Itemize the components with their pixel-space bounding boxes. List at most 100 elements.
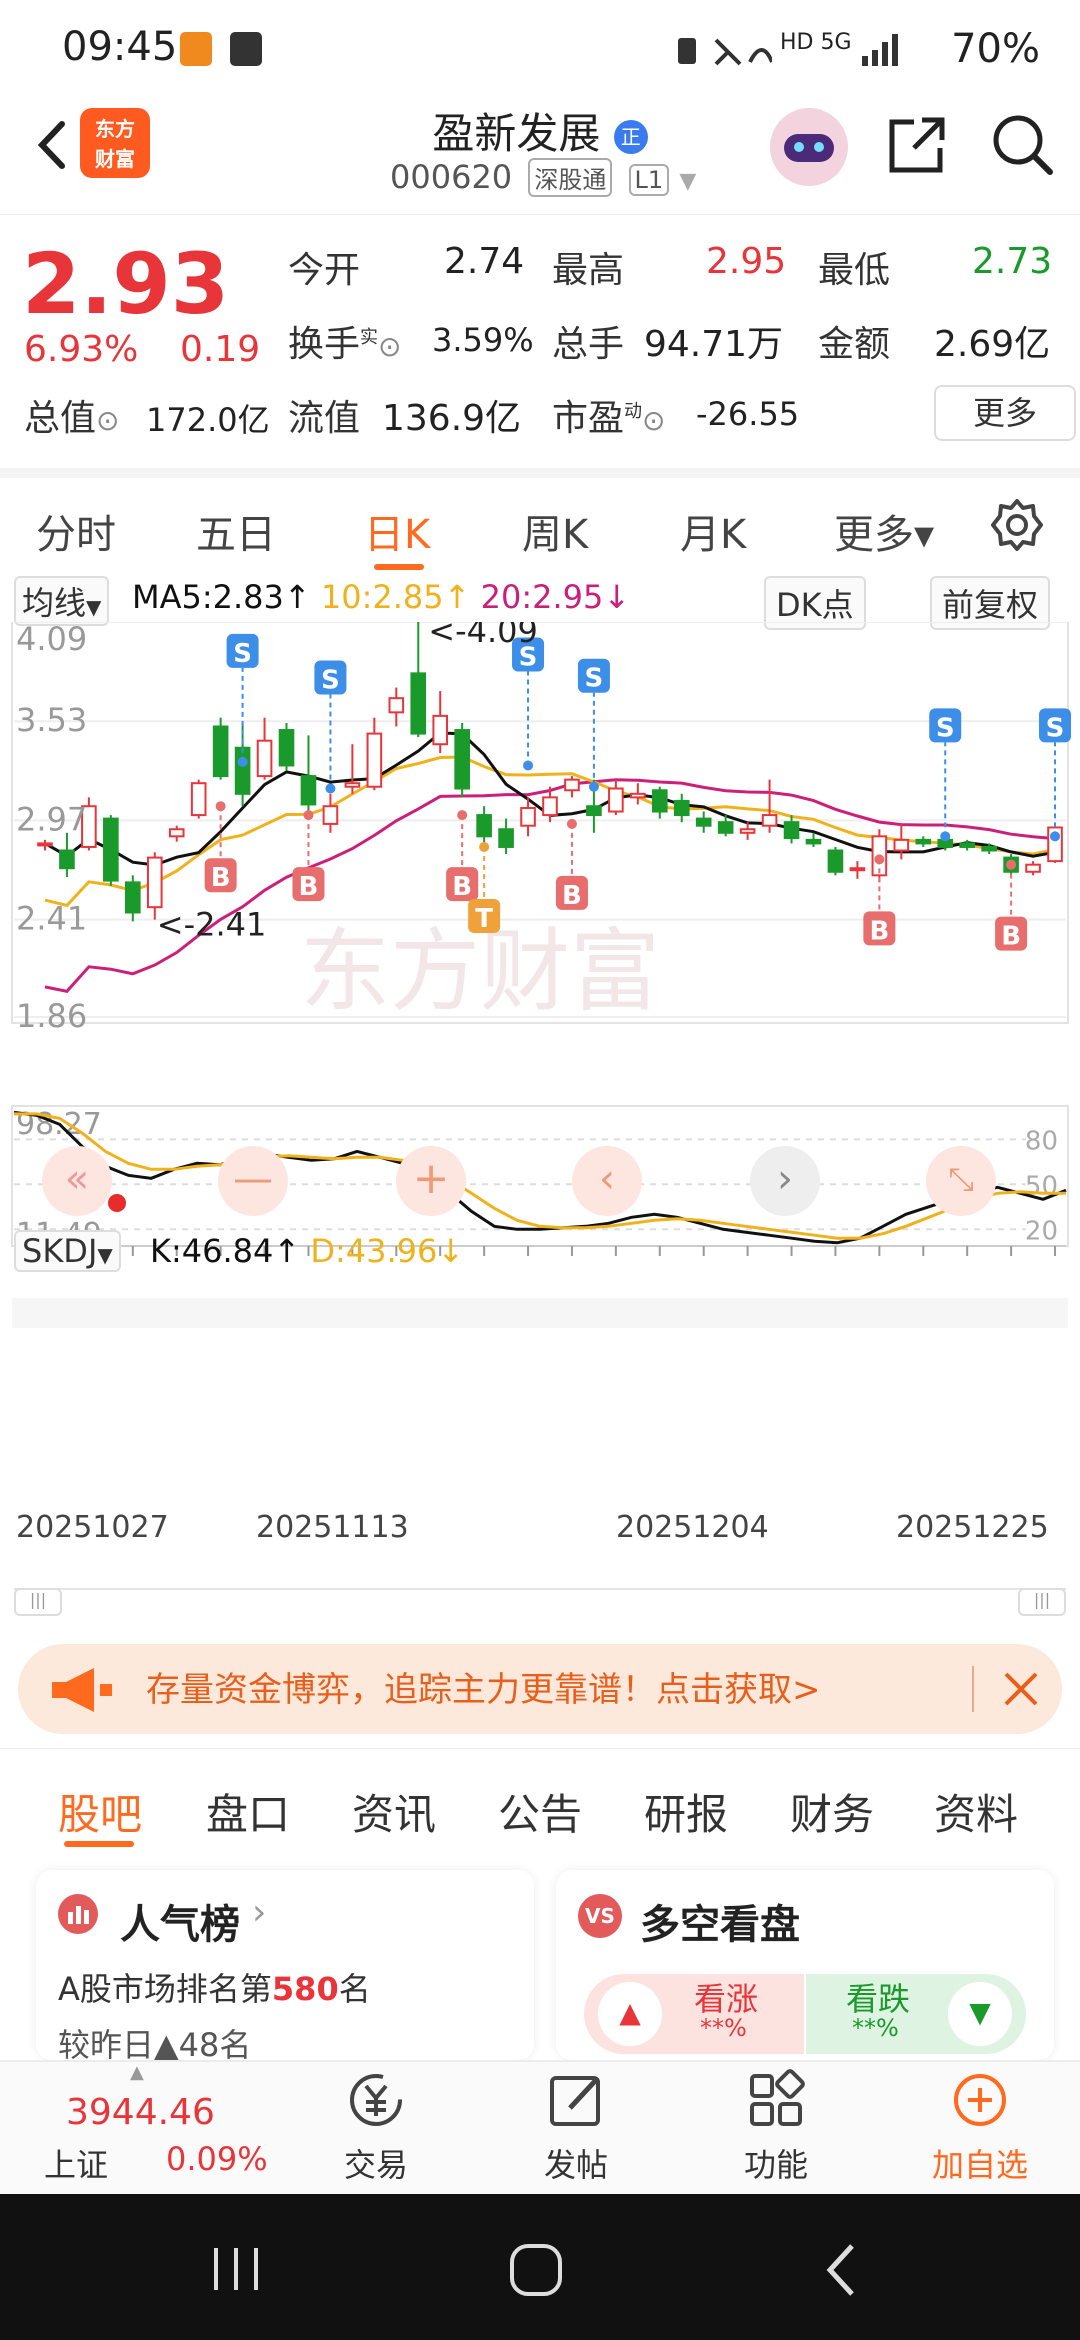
candle-body — [761, 814, 778, 827]
tab-intraday[interactable]: 分时 — [36, 502, 116, 560]
candle-body — [59, 849, 75, 870]
dropdown-arrow-icon: ▼ — [679, 169, 697, 194]
signal-dot — [237, 756, 248, 767]
candle — [190, 779, 207, 819]
scroll-left-icon[interactable]: ‹ — [572, 1146, 642, 1216]
tab-more[interactable]: 更多▾ — [834, 502, 934, 560]
popularity-title: 人气榜 — [120, 1902, 240, 1948]
candle — [695, 811, 712, 833]
stock-code-row[interactable]: 000620 深股通 L1 ▼ — [390, 158, 696, 197]
nav-trade[interactable]: 交易 — [316, 2068, 436, 2186]
live-dot — [108, 1194, 126, 1212]
settings-gear-icon[interactable] — [990, 498, 1044, 552]
active-tab-indicator — [64, 1841, 134, 1847]
candle-body — [959, 842, 975, 848]
tab-daily-k[interactable]: 日K — [364, 502, 430, 560]
sentiment-title: 多空看盘 — [640, 1902, 800, 1948]
signal-dot — [940, 831, 951, 842]
home-icon[interactable] — [506, 2240, 566, 2300]
range-handle-left-icon[interactable]: ||| — [14, 1588, 62, 1616]
status-bar: 09:45 HD 5G 70% — [0, 0, 1080, 100]
fullscreen-icon[interactable]: ⤡ — [926, 1146, 996, 1216]
pe-superscript: 动 — [624, 401, 643, 422]
current-price: 2.93 — [22, 235, 230, 333]
signal-marker: S — [577, 658, 610, 792]
candle — [1047, 823, 1063, 863]
tab-weekly-k[interactable]: 周K — [522, 502, 588, 560]
tab-financials[interactable]: 财务 — [790, 1781, 874, 1842]
candle-body — [432, 714, 449, 746]
sentiment-card[interactable]: VS 多空看盘 ▲ 看涨 **% 看跌 **% ▼ — [556, 1870, 1054, 2060]
info-icon[interactable]: ⊙ — [642, 404, 665, 437]
candle — [366, 717, 383, 791]
tab-forum[interactable]: 股吧 — [58, 1781, 142, 1842]
promo-banner[interactable]: 存量资金博弈，追踪主力更靠谱！点击获取> — [18, 1644, 1062, 1734]
tab-orderbook[interactable]: 盘口 — [206, 1781, 290, 1842]
search-icon[interactable] — [990, 112, 1056, 178]
robot-avatar-icon[interactable] — [770, 108, 848, 186]
d-value: D:43.96↓ — [310, 1232, 465, 1270]
ma-selector[interactable]: 均线▼ — [14, 576, 110, 626]
tab-five-day[interactable]: 五日 — [196, 502, 276, 560]
name-badge-icon: 正 — [613, 119, 648, 154]
candle-body — [146, 856, 163, 909]
high-label: 最高 — [552, 250, 625, 291]
bull-button[interactable]: ▲ 看涨 **% — [584, 1974, 804, 2054]
signal-label: S — [233, 639, 252, 669]
index-name: 上证 — [44, 2146, 109, 2184]
signal-label: B — [299, 872, 319, 902]
candle — [344, 744, 361, 794]
x-tick-3: 20251204 — [616, 1510, 769, 1545]
popularity-card[interactable]: 人气榜 › A股市场排名第580名 较昨日▲48名 — [36, 1870, 534, 2060]
system-navigation-bar — [0, 2194, 1080, 2340]
nav-post[interactable]: 发帖 — [516, 2068, 636, 2186]
signal-label: S — [585, 664, 604, 694]
candle — [761, 779, 778, 833]
share-icon[interactable] — [884, 114, 948, 178]
candle-body — [520, 806, 536, 827]
chart-range-slider[interactable]: ||| ||| — [14, 1588, 1066, 1616]
zoom-out-icon[interactable]: — — [218, 1146, 288, 1216]
candle — [630, 783, 646, 805]
change-amount: 0.19 — [180, 329, 261, 370]
candle-body — [256, 739, 273, 778]
candle — [959, 839, 975, 851]
amount-value: 2.69亿 — [934, 324, 1051, 365]
candle — [893, 823, 910, 860]
network-type: HD 5G — [780, 30, 852, 55]
nav-add-watchlist-label: 加自选 — [931, 2146, 1028, 2184]
tab-profile[interactable]: 资料 — [934, 1781, 1018, 1842]
info-icon[interactable]: ⊙ — [96, 404, 119, 437]
kline-chart-svg[interactable]: 东方财富 4.093.532.972.411.86 SSSSS SB B B BB BT … — [0, 622, 1080, 1576]
close-icon[interactable] — [1002, 1670, 1040, 1708]
nav-functions[interactable]: 功能 — [716, 2068, 836, 2186]
candle-body — [805, 838, 822, 845]
zoom-in-icon[interactable]: + — [396, 1146, 466, 1216]
candle-body — [234, 746, 251, 795]
amount-label: 金额 — [818, 324, 891, 365]
indicator-selector[interactable]: SKDJ▼ — [14, 1230, 121, 1272]
caret-up-icon: ▲ — [130, 2062, 144, 2083]
candle-body — [915, 838, 932, 845]
range-handle-right-icon[interactable]: ||| — [1018, 1588, 1066, 1616]
index-value[interactable]: 3944.46 — [66, 2092, 215, 2133]
candle — [739, 822, 756, 840]
info-icon[interactable]: ⊙ — [378, 330, 401, 363]
signal-marker: B — [446, 810, 479, 902]
scroll-right-icon[interactable]: › — [750, 1146, 820, 1216]
kline-chart-area[interactable]: 均线▼ MA5:2.83↑ 10:2.85↑ 20:2.95↓ DK点 前复权 … — [0, 566, 1080, 1576]
tab-monthly-k[interactable]: 月K — [680, 502, 746, 560]
signal-marker: B — [292, 810, 325, 902]
candle-body — [454, 729, 470, 790]
more-button[interactable]: 更多 — [934, 385, 1076, 441]
nav-add-watchlist[interactable]: 加自选 — [920, 2068, 1040, 2186]
banner-divider — [972, 1666, 974, 1712]
bear-button[interactable]: 看跌 **% ▼ — [806, 1974, 1026, 2054]
tab-news[interactable]: 资讯 — [352, 1781, 436, 1842]
scroll-left-fast-icon[interactable]: « — [42, 1146, 112, 1216]
candle-body — [37, 842, 53, 847]
tab-research[interactable]: 研报 — [644, 1781, 728, 1842]
recents-icon[interactable] — [206, 2244, 266, 2294]
tab-announcements[interactable]: 公告 — [498, 1781, 582, 1842]
system-back-icon[interactable] — [822, 2242, 862, 2298]
